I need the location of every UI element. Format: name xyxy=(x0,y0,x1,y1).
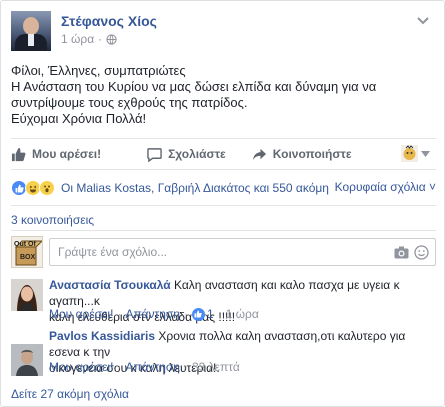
view-more-comments-link[interactable]: Δείτε 27 ακόμη σχόλια xyxy=(11,387,129,401)
comment-like-link[interactable]: Μου αρέσει! xyxy=(49,360,113,374)
globe-icon xyxy=(106,33,117,45)
separator: · xyxy=(183,307,188,321)
share-icon xyxy=(252,148,266,160)
commenter-avatar[interactable] xyxy=(11,344,43,376)
comment-like-link[interactable]: Μου αρέσει! xyxy=(49,307,113,321)
comment-label: Σχολιάστε xyxy=(168,147,226,161)
emoji-icon[interactable] xyxy=(414,245,429,260)
commenter-name[interactable]: Pavlos Kassidiaris xyxy=(49,329,155,343)
divider xyxy=(11,205,436,206)
action-bar: Μου αρέσει! Σχολιάστε Κοινοποιήστε xyxy=(11,138,436,170)
chevron-down-icon[interactable] xyxy=(416,15,430,25)
comment-time[interactable]: 1 ώρα xyxy=(226,307,259,321)
like-label: Μου αρέσει! xyxy=(32,147,102,161)
camera-icon[interactable] xyxy=(394,246,409,259)
post-meta: 1 ώρα · xyxy=(61,32,117,46)
post-line: συντρίψουμε τους εχθρούς της πατρίδος. xyxy=(11,95,248,110)
post-line: Φίλοι, Έλληνες, συμπατριώτες xyxy=(11,63,186,78)
caret-down-icon xyxy=(421,150,430,157)
like-icon xyxy=(191,307,205,321)
author-avatar[interactable] xyxy=(11,11,51,51)
comment-actions: Μου αρέσει! · Απάντηση · 1 · 1 ώρα xyxy=(49,307,259,321)
post-body: Φίλοι, Έλληνες, συμπατριώτες Η Ανάσταση … xyxy=(11,63,436,127)
comment-actions: Μου αρέσει! · Απάντηση · 33 λεπτά xyxy=(49,360,240,374)
thumbs-up-icon xyxy=(11,147,26,161)
composer-avatar: Out Of BOX xyxy=(11,236,43,268)
separator: · xyxy=(117,307,122,321)
separator: · xyxy=(183,360,188,374)
post-card: Στέφανος Χίος 1 ώρα · Φίλοι, Έλληνες, συ… xyxy=(0,0,445,407)
svg-text:Out Of: Out Of xyxy=(14,241,36,248)
post-line: Εύχομαι Χρόνια Πολλά! xyxy=(11,111,147,126)
comment-time[interactable]: 33 λεπτά xyxy=(192,360,240,374)
comment-button[interactable]: Σχολιάστε xyxy=(147,147,226,162)
like-button[interactable]: Μου αρέσει! xyxy=(11,147,101,162)
author-name[interactable]: Στέφανος Χίος xyxy=(61,13,157,29)
post-time[interactable]: 1 ώρα xyxy=(61,32,94,46)
reactions-row: Οι Malias Kostas, Γαβριήλ Διακάτος και 5… xyxy=(11,177,436,199)
reaction-picker[interactable] xyxy=(401,145,430,162)
meta-separator: · xyxy=(98,32,103,46)
comment-input[interactable] xyxy=(58,245,358,259)
comment-reply-link[interactable]: Απάντηση xyxy=(125,360,180,374)
commenter-name[interactable]: Αναστασία Τσουκαλά xyxy=(49,278,171,292)
separator: · xyxy=(217,307,222,321)
comment-likes-count: 1 xyxy=(206,307,214,321)
share-label: Κοινοποιήστε xyxy=(272,147,352,161)
comment-likes[interactable]: 1 xyxy=(191,307,214,321)
top-comments-dropdown[interactable]: Κορυφαία σχόλια ˅ xyxy=(335,180,436,194)
wow-icon xyxy=(39,180,55,196)
separator: · xyxy=(117,360,122,374)
commenter-avatar[interactable] xyxy=(11,279,43,311)
share-button[interactable]: Κοινοποιήστε xyxy=(252,147,352,162)
post-line: Η Ανάσταση του Κυρίου να μας δώσει ελπίδ… xyxy=(11,79,377,94)
profile-face-icon xyxy=(401,145,418,162)
comment-icon xyxy=(147,147,162,162)
comment-composer[interactable] xyxy=(49,238,436,266)
reactors-summary[interactable]: Οι Malias Kostas, Γαβριήλ Διακάτος και 5… xyxy=(61,181,329,195)
svg-text:BOX: BOX xyxy=(20,254,36,261)
divider xyxy=(11,230,436,231)
reaction-icons[interactable] xyxy=(11,180,55,196)
shares-count[interactable]: 3 κοινοποιήσεις xyxy=(11,213,94,227)
comment-reply-link[interactable]: Απάντηση xyxy=(125,307,180,321)
